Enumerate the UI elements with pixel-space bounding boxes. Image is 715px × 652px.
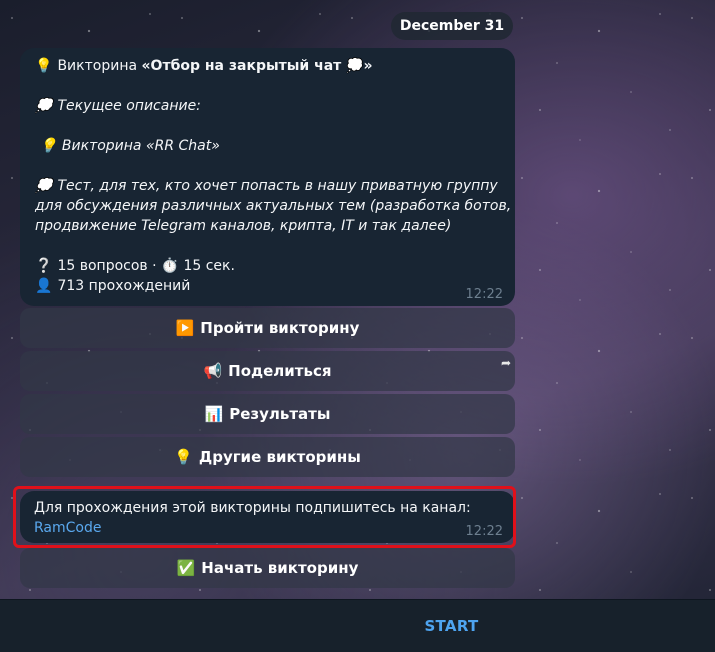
bulb-icon: 💡 bbox=[174, 448, 193, 466]
bar-chart-icon: 📊 bbox=[204, 405, 224, 423]
button-label: Поделиться bbox=[228, 362, 332, 380]
current-description-label: Текущее описание: bbox=[57, 98, 201, 114]
thought-bubble-icon: 💭 bbox=[35, 98, 53, 114]
description-line: продвижение Telegram каналов, крипта, IT… bbox=[35, 218, 452, 234]
question-icon: ❔ bbox=[35, 258, 53, 274]
button-label: Результаты bbox=[229, 405, 331, 423]
begin-quiz-button[interactable]: ✅ Начать викторину bbox=[20, 548, 515, 588]
inner-quiz-title: Викторина «RR Chat» bbox=[61, 138, 220, 154]
current-description-label-line: 💭 Текущее описание: bbox=[35, 96, 500, 116]
bulb-icon: 💡 bbox=[39, 138, 58, 154]
description-line: 💭 Тест, для тех, кто хочет попасть в наш… bbox=[35, 176, 500, 196]
button-label: Начать викторину bbox=[201, 559, 359, 577]
other-quizzes-button[interactable]: 💡 Другие викторины bbox=[20, 437, 515, 477]
bulb-icon: 💡 bbox=[35, 58, 53, 74]
start-button[interactable]: START bbox=[424, 617, 478, 635]
quiz-stats-line: ❔ 15 вопросов · ⏱️ 15 сек. bbox=[35, 256, 500, 276]
completions-count: 713 прохождений bbox=[57, 278, 191, 294]
quiz-message-bubble: 💡 Викторина «Отбор на закрытый чат 💭» 💭 … bbox=[20, 48, 515, 306]
highlight-outline bbox=[13, 486, 516, 548]
button-label: Другие викторины bbox=[198, 448, 361, 466]
bottom-bar: START bbox=[0, 599, 715, 652]
start-quiz-inline-button[interactable]: ▶️ Пройти викторину bbox=[20, 308, 515, 348]
button-label: Пройти викторину bbox=[200, 319, 360, 337]
message-time: 12:22 bbox=[465, 287, 503, 302]
megaphone-icon: 📢 bbox=[203, 362, 223, 380]
description-text: Тест, для тех, кто хочет попасть в нашу … bbox=[57, 178, 498, 194]
share-button[interactable]: 📢 Поделиться ➦ bbox=[20, 351, 515, 391]
quiz-title-prefix: Викторина bbox=[57, 58, 142, 74]
share-arrow-icon: ➦ bbox=[500, 356, 511, 370]
user-icon: 👤 bbox=[35, 278, 53, 294]
results-button[interactable]: 📊 Результаты bbox=[20, 394, 515, 434]
completions-line: 👤 713 прохождений bbox=[35, 276, 500, 296]
quiz-title-line: 💡 Викторина «Отбор на закрытый чат 💭» bbox=[35, 56, 500, 76]
stopwatch-icon: ⏱️ bbox=[161, 258, 179, 274]
quiz-title: «Отбор на закрытый чат 💭» bbox=[141, 58, 373, 74]
thought-bubble-icon: 💭 bbox=[35, 178, 53, 194]
play-icon: ▶️ bbox=[175, 319, 195, 337]
stats-separator: · bbox=[152, 258, 157, 274]
check-mark-icon: ✅ bbox=[176, 559, 196, 577]
description-line: для обсуждения различных актуальных тем … bbox=[35, 198, 512, 214]
seconds-per-question: 15 сек. bbox=[183, 258, 235, 274]
inner-title-line: 💡 Викторина «RR Chat» bbox=[35, 136, 500, 156]
questions-count: 15 вопросов bbox=[57, 258, 148, 274]
date-separator: December 31 bbox=[391, 12, 513, 40]
